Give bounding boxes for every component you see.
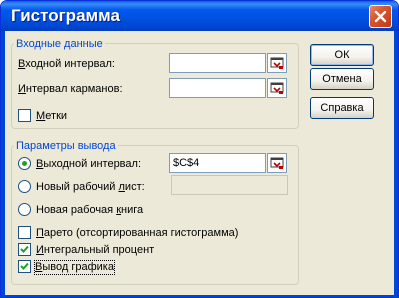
ok-button[interactable]: ОК (310, 44, 374, 66)
title-bar[interactable]: Гистограмма (1, 1, 398, 31)
labels-checkbox[interactable] (18, 109, 31, 122)
radio-selected-dot (22, 161, 27, 166)
bin-range-field[interactable] (169, 78, 266, 98)
output-range-field[interactable]: $C$4 (169, 153, 266, 173)
cancel-button[interactable]: Отмена (310, 68, 374, 90)
new-workbook-radio[interactable] (18, 203, 31, 216)
labels-checkbox-label: Метки (36, 110, 68, 122)
new-workbook-label: Новая рабочая книга (36, 204, 144, 216)
bin-range-label: Интервал карманов: (18, 83, 123, 95)
dialog-title: Гистограмма (11, 6, 120, 25)
input-group-legend: Входные данные (14, 38, 105, 50)
chart-output-label: Вывод графика (34, 260, 115, 275)
new-sheet-radio[interactable] (18, 180, 31, 193)
histogram-dialog: Гистограмма Входные данные Входной интер… (0, 0, 399, 298)
range-select-icon (270, 157, 284, 169)
input-range-collapse-button[interactable] (267, 53, 287, 73)
pareto-checkbox[interactable] (18, 226, 31, 239)
pareto-label: Парето (отсортированная гистограмма) (36, 227, 239, 239)
window-frame-right (394, 31, 398, 297)
input-range-label: Входной интервал: (18, 58, 115, 70)
output-range-label: Выходной интервал: (36, 158, 141, 170)
new-sheet-name-field[interactable] (171, 175, 288, 195)
checkmark-icon (20, 262, 29, 270)
input-range-field[interactable] (169, 53, 266, 73)
chart-output-checkbox[interactable] (18, 260, 31, 273)
bin-range-collapse-button[interactable] (267, 78, 287, 98)
output-range-radio[interactable] (18, 157, 31, 170)
cumulative-percent-label: Интегральный процент (36, 244, 155, 256)
close-button[interactable] (369, 5, 392, 28)
window-frame-left (1, 31, 5, 297)
range-select-icon (270, 82, 284, 94)
new-sheet-label: Новый рабочий лист: (36, 181, 145, 193)
help-button[interactable]: Справка (310, 97, 374, 119)
cumulative-percent-checkbox[interactable] (18, 243, 31, 256)
checkmark-icon (20, 245, 29, 253)
output-group-legend: Параметры вывода (14, 140, 118, 152)
output-range-collapse-button[interactable] (267, 153, 287, 173)
range-select-icon (270, 57, 284, 69)
close-icon (374, 10, 387, 23)
